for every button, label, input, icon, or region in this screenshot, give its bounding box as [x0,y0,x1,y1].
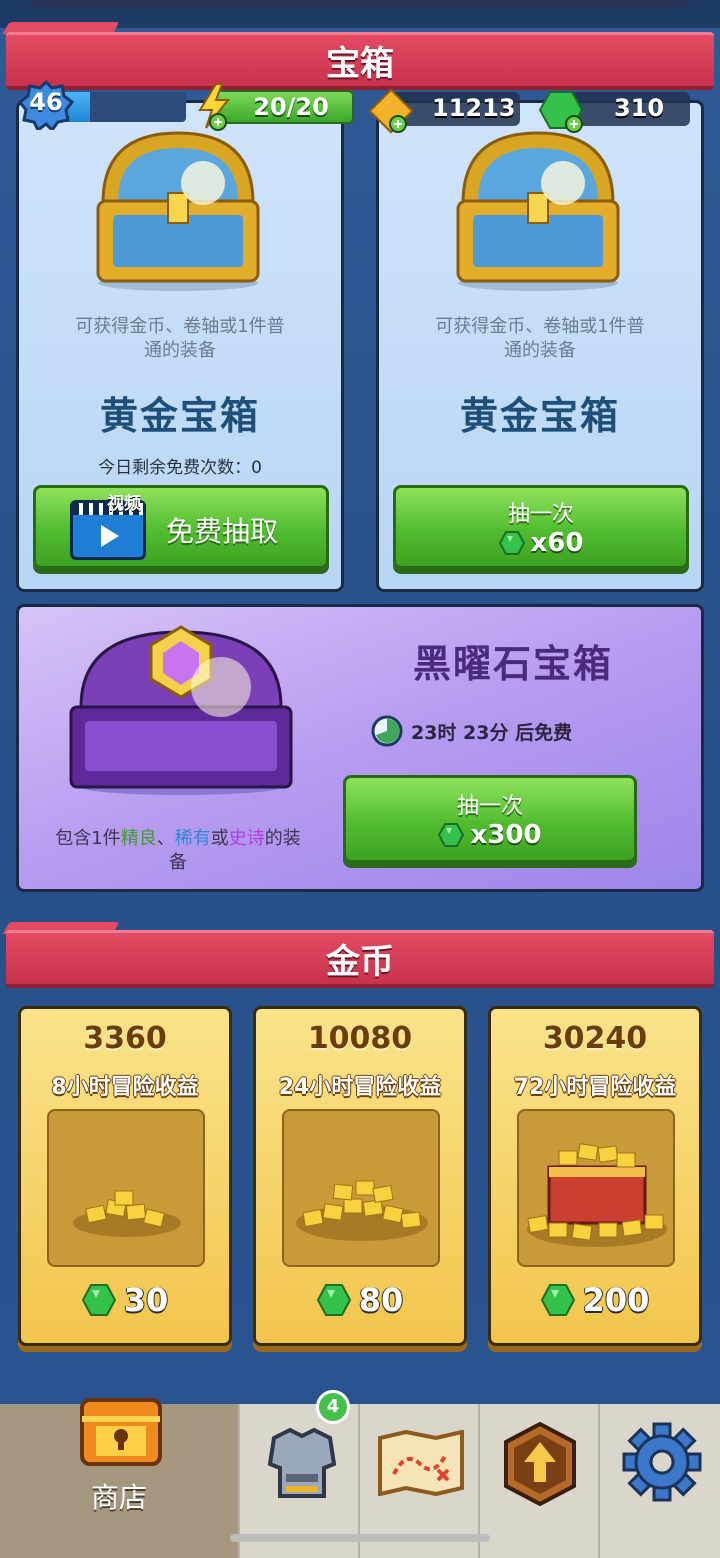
video-icon: 视频 [70,494,146,560]
gem-value: 310 [614,94,665,122]
draw-once-label: 抽一次 [507,502,574,527]
chest-description: 可获得金币、卷轴或1件普 通的装备 [435,316,645,361]
obsidian-description: 包含1件精良、稀有或史诗的装 备 [55,828,301,873]
gold-offer-price: 200 [491,1281,699,1319]
gold-amount: 3360 [83,1021,167,1056]
chest-description: 可获得金币、卷轴或1件普 通的装备 [75,316,285,361]
xp-bar [60,92,186,122]
gold-offer-price: 30 [21,1281,229,1319]
scroll-icon[interactable] [368,88,414,134]
obsidian-draw-button[interactable]: 抽一次 x300 [343,775,637,863]
chest-name: 黄金宝箱 [99,394,260,438]
gem-icon [540,1284,575,1316]
obsidian-draw-label: 抽一次 [456,794,523,819]
gold-chest-full-icon [517,1109,675,1267]
shop-label: 商店 [90,1481,147,1514]
gem-icon [498,531,525,555]
gem-icon [316,1284,351,1316]
gold-offer-card[interactable]: 10080 24小时冒险收益 80 [253,1006,467,1346]
nav-tab-shop[interactable]: 商店 [0,1398,240,1558]
gold-offer-price: 80 [256,1281,464,1319]
level-number: 46 [29,88,63,116]
chests-section-title: 宝箱 [6,32,714,90]
free-draw-button[interactable]: 视频 免费抽取 [33,485,329,569]
armor-icon [267,1427,337,1498]
free-count-note: 今日剩余免费次数：0 [98,458,262,478]
upgrade-arrow-icon [504,1422,576,1506]
gem-icon[interactable] [538,88,584,134]
gold-section-title: 金币 [6,930,714,988]
gold-chest-icon [456,131,620,291]
obsidian-chest-name: 黑曜石宝箱 [412,642,613,686]
gem-icon [81,1284,116,1316]
draw-once-price: x60 [396,528,686,558]
gold-offer-card[interactable]: 3360 8小时冒险收益 30 [18,1006,232,1346]
gold-offer-label: 72小时冒险收益 [513,1075,677,1100]
nav-tab-settings[interactable] [600,1404,720,1558]
gold-amount: 10080 [307,1021,413,1056]
obsidian-chest-card: 黑曜石宝箱 23时 23分 后免费 抽一次 x300 包含1件精良、稀有或史诗的… [16,604,704,892]
shop-chest-icon [80,1398,162,1466]
gear-icon [622,1422,702,1502]
scroll-value: 11213 [432,94,516,122]
timer-icon [371,715,403,747]
gold-chest-card-free: 可获得金币、卷轴或1件普 通的装备 黄金宝箱 今日剩余免费次数：0 视频 免费抽… [16,100,344,592]
gold-offer-label: 24小时冒险收益 [278,1075,442,1100]
energy-icon[interactable] [194,82,234,132]
chest-name: 黄金宝箱 [459,394,620,438]
gold-offer-card[interactable]: 30240 72小时冒险收益 200 [488,1006,702,1346]
scroll-resource: 11213 [368,88,520,134]
equipment-badge: 4 [316,1390,350,1424]
draw-once-button[interactable]: 抽一次 x60 [393,485,689,569]
energy-value: 20/20 [253,93,329,121]
gem-icon [438,823,465,847]
obsidian-draw-price: x300 [346,820,634,850]
gold-offer-label: 8小时冒险收益 [51,1075,199,1100]
free-draw-label: 免费抽取 [166,515,279,548]
gold-chest-card-paid: 可获得金币、卷轴或1件普 通的装备 黄金宝箱 抽一次 x60 [376,100,704,592]
gold-chest-icon [96,131,260,291]
gem-resource: 310 [538,88,690,133]
obsidian-chest-icon [69,625,293,795]
home-indicator [230,1534,490,1542]
map-icon [378,1430,464,1496]
nav-tab-upgrade[interactable] [480,1404,600,1558]
video-badge: 视频 [107,494,141,514]
free-timer: 23时 23分 后免费 [371,715,572,747]
gold-pile-medium-icon [282,1109,440,1267]
gold-pile-small-icon [47,1109,205,1267]
gold-amount: 30240 [542,1021,648,1056]
